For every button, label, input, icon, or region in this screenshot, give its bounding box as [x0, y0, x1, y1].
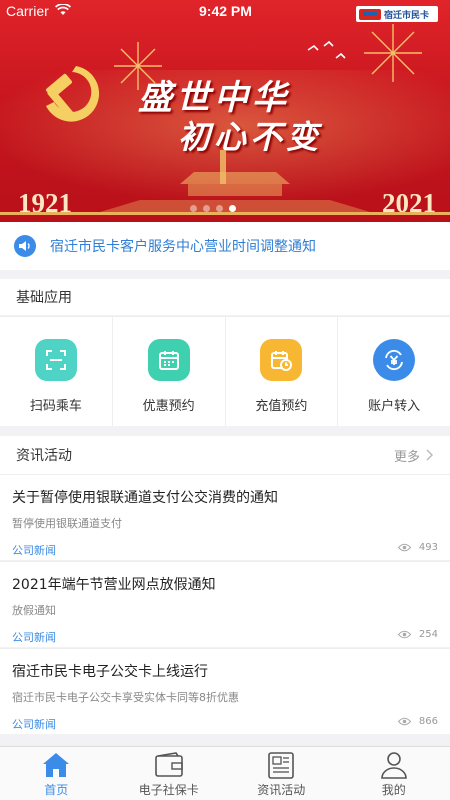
news-view-count: 254 [418, 629, 438, 640]
news-category: 公司新闻 [12, 631, 56, 644]
card-wallet-icon [154, 752, 183, 777]
app-label: 优惠预约 [142, 399, 195, 414]
news-category: 公司新闻 [12, 718, 56, 731]
section-title: 资讯活动 [16, 448, 72, 464]
basic-apps-header: 基础应用 [0, 279, 450, 315]
eye-icon [397, 543, 411, 552]
carousel-dot[interactable] [190, 205, 197, 212]
carrier-label: Carrier [6, 3, 49, 19]
news-view-count: 493 [418, 542, 438, 553]
calendar-clock-icon [260, 339, 303, 381]
tab-label[interactable]: 电子社保卡 [139, 781, 199, 798]
news-summary: 放假通知 [12, 604, 56, 617]
more-link[interactable]: 更多 [394, 446, 434, 465]
news-item[interactable]: 关于暂停使用银联通道支付公交消费的通知 暂停使用银联通道支付 公司新闻 493 [0, 474, 450, 560]
chevron-right-icon [426, 449, 434, 461]
calendar-icon [147, 339, 190, 381]
more-label[interactable]: 更多 [394, 446, 420, 465]
news-category: 公司新闻 [12, 544, 56, 557]
logo-text: 宿迁市民卡 [384, 9, 430, 20]
eye-icon [397, 630, 411, 639]
app-label: 充值预约 [255, 399, 308, 414]
news-item[interactable]: 宿迁市民卡电子公交卡上线运行 宿迁市民卡电子公交卡享受实体卡同等8折优惠 公司新… [0, 648, 450, 734]
app-scan-ride[interactable]: 扫码乘车 [0, 317, 113, 426]
section-title: 基础应用 [16, 290, 72, 306]
tab-mine[interactable]: 我的 [338, 747, 450, 800]
tab-label[interactable]: 资讯活动 [257, 781, 305, 798]
status-bar: Carrier 9:42 PM 宿迁市民卡 [0, 0, 450, 22]
news-summary: 宿迁市民卡电子公交卡享受实体卡同等8折优惠 [12, 691, 239, 704]
carousel-indicator[interactable] [190, 205, 236, 212]
bottom-tab-bar: 首页 电子社保卡 资讯活动 我的 [0, 746, 450, 800]
carousel-dot-active[interactable] [229, 205, 236, 212]
news-views: 866 [397, 716, 438, 727]
news-title[interactable]: 宿迁市民卡电子公交卡上线运行 [12, 661, 208, 681]
notice-text[interactable]: 宿迁市民卡客户服务中心营业时间调整通知 [50, 236, 316, 256]
home-icon [43, 753, 70, 777]
news-title[interactable]: 2021年端午节营业网点放假通知 [12, 574, 216, 594]
app-account-transfer[interactable]: 账户转入 [338, 317, 450, 426]
yuan-transfer-icon [373, 339, 416, 381]
tiananmen-decoration [100, 150, 370, 212]
carousel-dot[interactable] [216, 205, 223, 212]
speaker-icon [14, 235, 36, 257]
app-recharge-booking[interactable]: 充值预约 [226, 317, 339, 426]
tab-e-social-card[interactable]: 电子社保卡 [113, 747, 226, 800]
newspaper-icon [268, 752, 295, 779]
tab-label[interactable]: 我的 [382, 781, 406, 798]
tab-news[interactable]: 资讯活动 [225, 747, 338, 800]
sqsmk-logo: 宿迁市民卡 [356, 6, 438, 22]
hammer-sickle-emblem [46, 66, 100, 122]
status-time: 9:42 PM [199, 3, 252, 19]
tab-label[interactable]: 首页 [44, 781, 68, 798]
firework-decoration [364, 24, 422, 82]
basic-apps-grid: 扫码乘车 优惠预约 充值预约 账户转入 [0, 316, 450, 426]
carousel-dot[interactable] [203, 205, 210, 212]
eye-icon [397, 717, 411, 726]
doves-decoration [307, 40, 346, 59]
wifi-icon [55, 4, 71, 15]
banner-carousel[interactable]: 盛世中华 初心不变 1921 2021 [0, 0, 450, 222]
news-views: 254 [397, 629, 438, 640]
news-item[interactable]: 2021年端午节营业网点放假通知 放假通知 公司新闻 254 [0, 561, 450, 647]
news-view-count: 866 [418, 716, 438, 727]
notice-bar[interactable]: 宿迁市民卡客户服务中心营业时间调整通知 [0, 222, 450, 270]
user-icon [380, 752, 407, 779]
news-summary: 暂停使用银联通道支付 [12, 517, 122, 530]
app-label: 账户转入 [368, 399, 421, 414]
logo-mark-icon [359, 8, 381, 20]
news-views: 493 [397, 542, 438, 553]
tab-home[interactable]: 首页 [0, 747, 113, 800]
banner-gold-line [0, 212, 450, 215]
news-title[interactable]: 关于暂停使用银联通道支付公交消费的通知 [12, 487, 278, 507]
news-header: 资讯活动 更多 [0, 436, 450, 474]
app-label: 扫码乘车 [29, 399, 82, 414]
scan-icon [34, 339, 77, 381]
app-discount-booking[interactable]: 优惠预约 [113, 317, 226, 426]
